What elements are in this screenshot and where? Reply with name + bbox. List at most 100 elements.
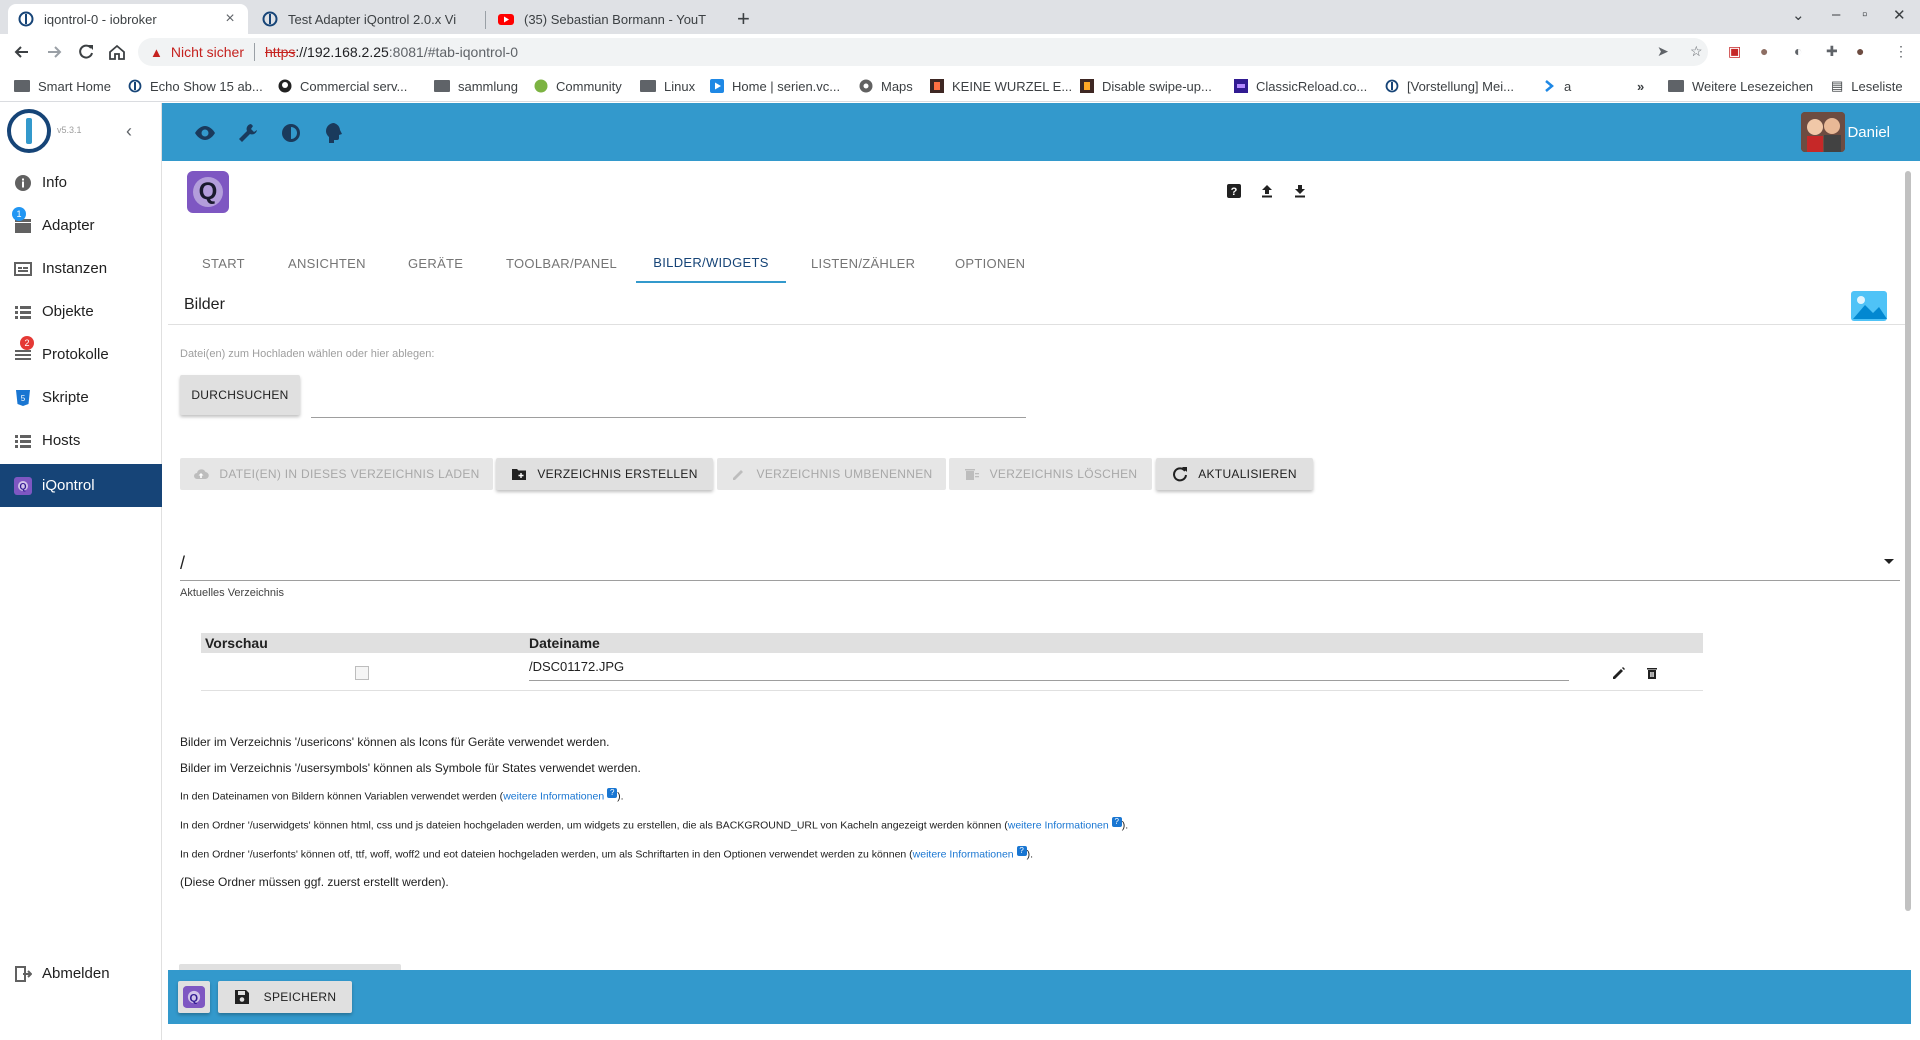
hosts-icon [15,434,31,448]
sidebar-item-instanzen[interactable]: Instanzen [0,247,162,290]
save-button[interactable]: SPEICHERN [218,981,352,1013]
eye-icon[interactable] [194,122,216,144]
iqontrol-icon: Q [183,986,205,1008]
brightness-icon[interactable] [280,122,302,144]
sidebar-item-skripte[interactable]: 5 Skripte [0,376,162,419]
help-badge-icon[interactable]: ? [607,788,618,798]
address-bar[interactable]: ▲ Nicht sicher https://192.168.2.25:8081… [138,38,1708,66]
logout-button[interactable]: Abmelden [0,952,162,995]
more-bookmarks[interactable]: » [1637,76,1644,96]
reading-list-icon: ▤ [1831,78,1844,93]
info-userfonts: In den Ordner '/userfonts' können otf, t… [180,846,1033,861]
bookmark-smart-home[interactable]: Smart Home [14,76,111,96]
browser-tab-youtube[interactable]: (35) Sebastian Bormann - YouT [488,4,718,34]
directory-select[interactable]: / [180,549,1900,581]
sidebar-item-objekte[interactable]: Objekte [0,290,162,333]
tab-title: Test Adapter iQontrol 2.0.x Vi [288,11,457,27]
pencil-icon [732,470,743,480]
help-badge-icon[interactable]: ? [1016,846,1027,856]
refresh-button[interactable]: AKTUALISIEREN [1156,458,1313,490]
extension-red-icon[interactable]: ▣ [1728,43,1741,60]
upload-file-field[interactable] [311,417,1026,418]
menu-dots-icon[interactable]: ⋮ [1894,43,1908,60]
bookmark-vorstellung[interactable]: [Vorstellung] Mei... [1385,76,1514,96]
bookmark-maps[interactable]: Maps [859,76,913,96]
sidebar-item-label: iQontrol [42,477,95,494]
url-scheme: https [265,44,296,60]
expert-mode-icon[interactable] [323,122,345,144]
tab-geraete[interactable]: GERÄTE [408,243,463,283]
other-bookmarks[interactable]: Weitere Lesezeichen [1668,76,1813,96]
filename-field[interactable]: /DSC01172.JPG [529,659,1569,681]
iobroker-icon [1385,79,1399,93]
info-text: In den Dateinamen von Bildern können Var… [180,790,504,803]
back-icon[interactable] [12,42,32,62]
bookmark-a[interactable]: a [1542,76,1571,96]
download-icon[interactable] [1292,183,1308,199]
create-directory-button[interactable]: VERZEICHNIS ERSTELLEN [496,458,713,490]
scrollbar[interactable] [1905,171,1911,911]
share-icon[interactable]: ➤ [1657,43,1669,60]
bookmark-star-icon[interactable]: ☆ [1690,43,1703,60]
bookmark-disable-swipe[interactable]: Disable swipe-up... [1080,76,1212,96]
tab-bilder-widgets[interactable]: BILDER/WIDGETS [636,243,786,283]
iqontrol-button[interactable]: Q [178,981,210,1013]
more-info-link[interactable]: weitere Informationen [503,791,604,803]
more-info-link[interactable]: weitere Informationen [1008,820,1109,832]
collapse-sidebar-icon[interactable]: ‹ [126,121,132,142]
bookmark-keine-wurzel[interactable]: KEINE WURZEL E... [930,76,1072,96]
image-preview[interactable] [355,666,369,680]
minimize-icon[interactable]: – [1832,6,1840,23]
reload-icon[interactable] [76,42,96,62]
close-window-icon[interactable]: ✕ [1893,6,1906,24]
bookmark-label: KEINE WURZEL E... [952,78,1073,94]
profile-icon[interactable]: ● [1856,43,1864,59]
tab-search-icon[interactable]: ⌄ [1792,6,1805,24]
close-tab-icon[interactable]: × [222,10,238,28]
tab-ansichten[interactable]: ANSICHTEN [288,243,366,283]
bookmark-serien[interactable]: Home | serien.vc... [710,76,840,96]
help-badge-icon[interactable]: ? [1111,817,1122,827]
info-close: ). [1121,819,1129,832]
user-menu[interactable]: Daniel [1801,112,1890,152]
extension-cookie-icon[interactable]: ● [1760,43,1768,59]
new-tab-icon[interactable]: + [737,6,750,32]
reading-list[interactable]: ▤ Leseliste [1831,76,1903,96]
security-label[interactable]: Nicht sicher [171,44,244,60]
browser-tab-test-adapter[interactable]: Test Adapter iQontrol 2.0.x Vi [252,4,482,34]
bookmark-echo-show[interactable]: Echo Show 15 ab... [128,76,263,96]
bookmark-linux[interactable]: Linux [640,76,695,96]
more-info-link[interactable]: weitere Informationen [913,849,1014,861]
logout-label: Abmelden [42,965,110,982]
browse-button[interactable]: DURCHSUCHEN [180,375,300,415]
sidebar-item-iqontrol[interactable]: Q iQontrol [0,464,162,507]
info-icon [15,174,31,191]
sidebar-item-hosts[interactable]: Hosts [0,419,162,462]
tab-toolbar-panel[interactable]: TOOLBAR/PANEL [506,243,617,283]
edit-icon[interactable] [1612,666,1626,680]
sidebar-item-adapter[interactable]: 1 Adapter [0,204,162,247]
delete-icon[interactable] [1645,666,1659,680]
extension-icon[interactable]: ◐ [1794,43,1802,59]
home-icon[interactable] [107,42,127,62]
cloud-upload-icon [194,469,210,480]
bookmark-label: [Vorstellung] Mei... [1407,78,1514,94]
bookmark-classicreload[interactable]: ClassicReload.co... [1234,76,1367,96]
rename-directory-button: VERZEICHNIS UMBENENNEN [717,458,946,490]
sidebar-item-protokolle[interactable]: 2 Protokolle [0,333,162,376]
bookmark-commercial[interactable]: Commercial serv... [278,76,407,96]
tab-listen-zaehler[interactable]: LISTEN/ZÄHLER [811,243,915,283]
tab-optionen[interactable]: OPTIONEN [955,243,1025,283]
forward-icon[interactable] [44,42,64,62]
wrench-icon[interactable] [237,122,259,144]
bookmark-community[interactable]: Community [534,76,622,96]
browser-tab-iqontrol[interactable]: iqontrol-0 - iobroker × [8,4,248,34]
puzzle-icon[interactable]: ✚ [1826,43,1838,60]
warning-icon: ▲ [150,44,163,60]
tab-start[interactable]: START [202,243,245,283]
help-icon[interactable]: ? [1226,183,1242,199]
upload-icon[interactable] [1259,183,1275,199]
sidebar-item-info[interactable]: Info [0,161,162,204]
maximize-icon[interactable]: ▫ [1862,6,1867,23]
bookmark-sammlung[interactable]: sammlung [434,76,518,96]
